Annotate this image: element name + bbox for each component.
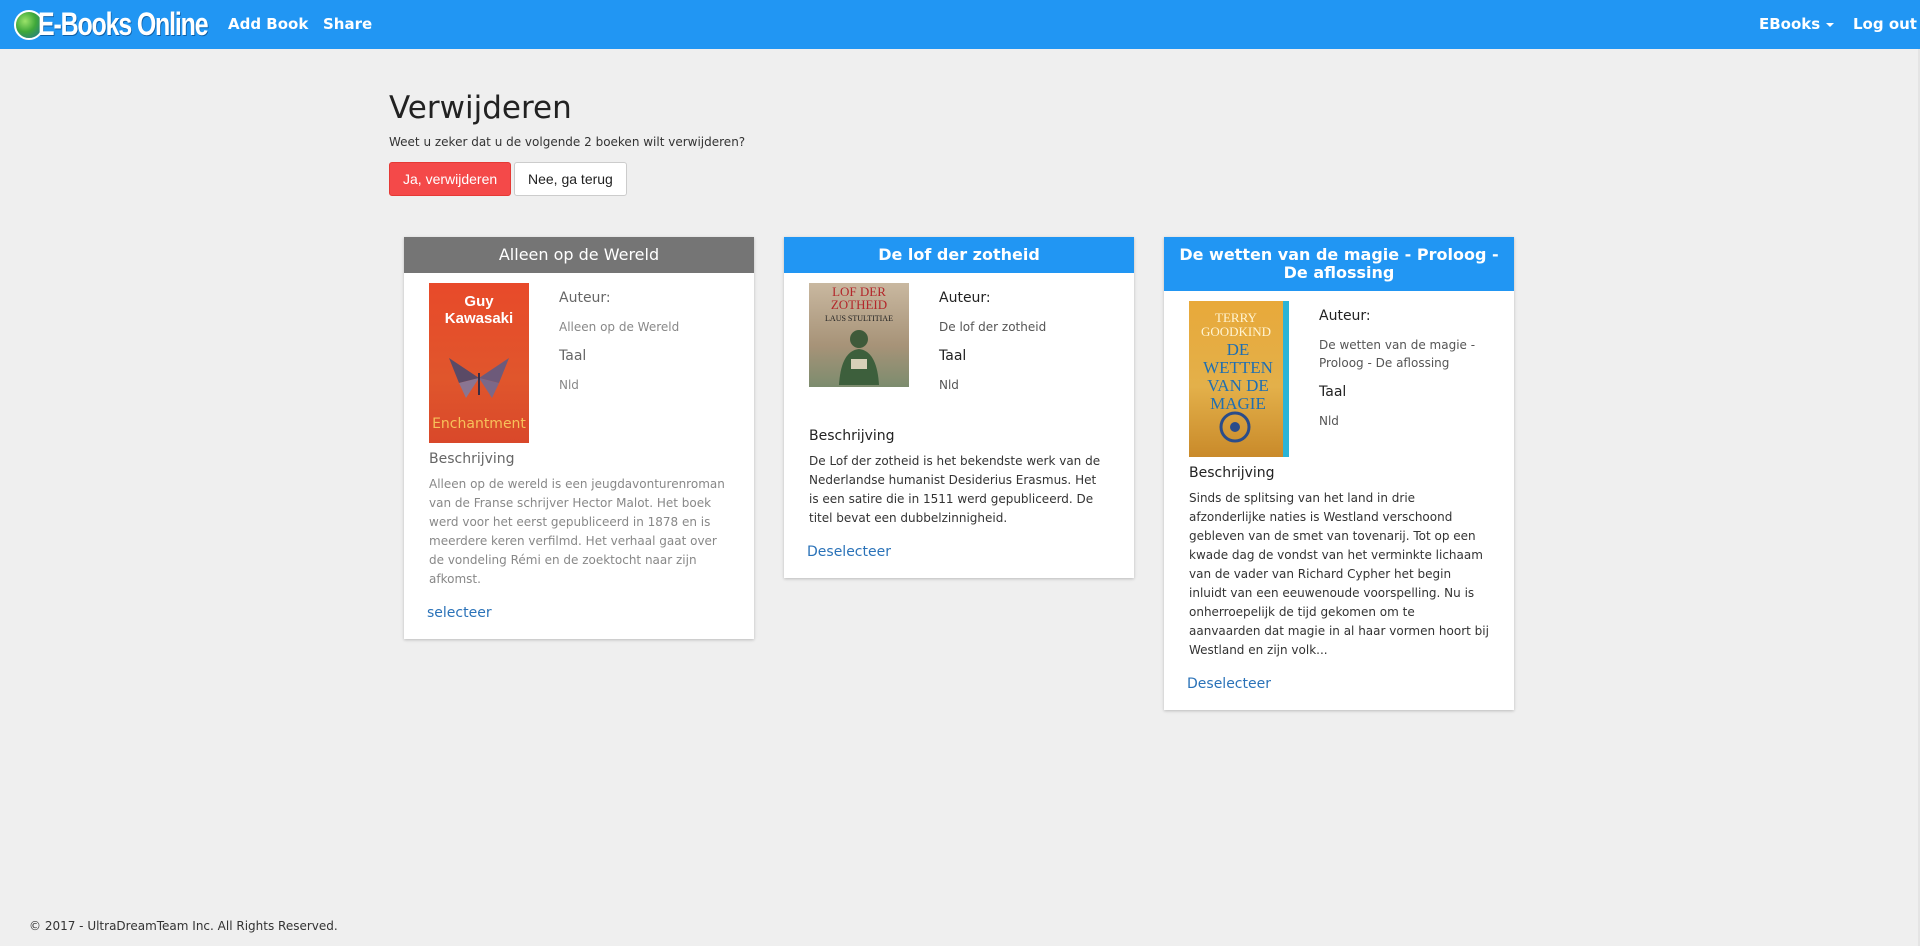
footer-copyright: © 2017 - UltraDreamTeam Inc. All Rights … xyxy=(29,919,338,933)
navbar: E-Books Online Add Book Share EBooks Log… xyxy=(0,0,1920,49)
description-text: Alleen op de wereld is een jeugdavonture… xyxy=(429,477,725,586)
chevron-down-icon xyxy=(1826,22,1835,27)
book-cover-image: Guy Kawasaki Enchantment xyxy=(429,283,529,443)
book-cover-image: LOF DER ZOTHEID LAUS STULTITIAE xyxy=(809,283,909,387)
deselect-link[interactable]: Deselecteer xyxy=(1187,660,1489,710)
language-label: Taal xyxy=(559,348,587,364)
cover-title-text: LOF DER ZOTHEID xyxy=(830,284,888,312)
cover-title-text: Enchantment xyxy=(432,416,526,432)
book-card: De lof der zotheid LOF DER ZOTHEID LAUS … xyxy=(784,237,1134,578)
description-label: Beschrijving xyxy=(1189,465,1275,481)
confirm-delete-button[interactable]: Ja, verwijderen xyxy=(389,162,512,196)
nav-ebooks-label: EBooks xyxy=(1759,15,1821,33)
page-title: Verwijderen xyxy=(389,90,572,126)
author-label: Auteur: xyxy=(559,290,611,306)
brand-logo[interactable]: E-Books Online xyxy=(14,0,255,49)
description-text: De Lof der zotheid is het bekendste werk… xyxy=(809,454,1101,525)
language-label: Taal xyxy=(1319,384,1347,400)
cover-author-text: TERRY GOODKIND xyxy=(1200,310,1272,339)
author-label: Auteur: xyxy=(939,290,991,306)
book-card-title: Alleen op de Wereld xyxy=(404,237,754,273)
go-back-button[interactable]: Nee, ga terug xyxy=(514,162,627,196)
emblem-icon xyxy=(1219,411,1251,443)
author-value: Alleen op de Wereld xyxy=(559,320,680,334)
cover-subtitle-text: LAUS STULTITIAE xyxy=(825,314,893,323)
nav-logout[interactable]: Log out xyxy=(1853,0,1917,49)
description-label: Beschrijving xyxy=(809,428,895,444)
author-value: De wetten van de magie - Proloog - De af… xyxy=(1319,338,1476,370)
deselect-link[interactable]: Deselecteer xyxy=(807,528,1109,578)
language-value: Nld xyxy=(559,378,579,392)
nav-ebooks-dropdown[interactable]: EBooks xyxy=(1759,0,1835,49)
author-value: De lof der zotheid xyxy=(939,320,1047,334)
cover-author-text: Guy Kawasaki xyxy=(444,293,514,327)
cover-title-text: DE WETTEN VAN DE MAGIE xyxy=(1203,340,1273,413)
nav-share[interactable]: Share xyxy=(323,0,372,49)
brand-name: E-Books Online xyxy=(38,6,209,42)
confirm-message: Weet u zeker dat u de volgende 2 boeken … xyxy=(389,135,746,149)
book-card-title: De lof der zotheid xyxy=(784,237,1134,273)
language-value: Nld xyxy=(1319,414,1339,428)
description-label: Beschrijving xyxy=(429,451,515,467)
butterfly-icon xyxy=(449,358,509,398)
select-link[interactable]: selecteer xyxy=(427,589,729,639)
language-label: Taal xyxy=(939,348,967,364)
book-card: De wetten van de magie - Proloog - De af… xyxy=(1164,237,1514,710)
scholar-figure-icon xyxy=(839,330,879,385)
description-text: Sinds de splitsing van het land in drie … xyxy=(1189,491,1489,657)
author-label: Auteur: xyxy=(1319,308,1371,324)
nav-add-book[interactable]: Add Book xyxy=(228,0,308,49)
book-card-title: De wetten van de magie - Proloog - De af… xyxy=(1164,237,1514,291)
book-cover-image: TERRY GOODKIND DE WETTEN VAN DE MAGIE xyxy=(1189,301,1289,457)
book-card: Alleen op de Wereld Guy Kawasaki Enchant… xyxy=(404,237,754,639)
language-value: Nld xyxy=(939,378,959,392)
